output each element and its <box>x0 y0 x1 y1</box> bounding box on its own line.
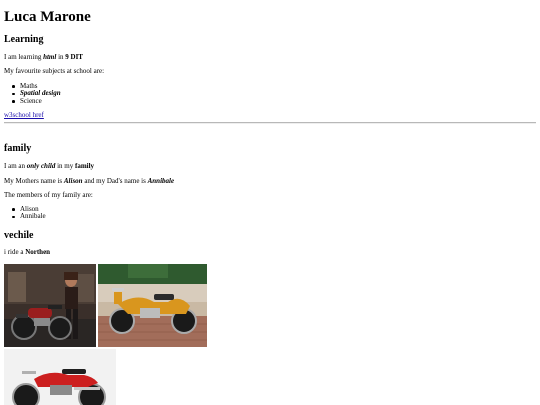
learning-line-1-pre: I am learning <box>4 53 44 61</box>
learning-heading: Learning <box>4 34 44 45</box>
family-line-1: I am an only child in my family <box>4 162 94 171</box>
vehicle-line: i ride a Northen <box>4 248 50 257</box>
family-line-1-pre: I am an <box>4 162 27 170</box>
family-heading: family <box>4 143 32 154</box>
learning-line-1: I am learning html in 9 DIT <box>4 53 83 62</box>
vehicle-heading: vechile <box>4 230 34 241</box>
learning-line-2: My favourite subjects at school are: <box>4 67 105 75</box>
vehicle-line-pre: i ride a <box>4 248 26 256</box>
family-members-list: Alison Annibale <box>4 205 46 221</box>
page-title: Luca Marone <box>4 9 91 25</box>
motorcycle-photo-2-image <box>98 264 207 347</box>
motorcycle-photo-3 <box>4 349 116 405</box>
learning-line-1-strong: 9 DIT <box>65 53 83 61</box>
subject-item: Science <box>4 97 61 105</box>
subjects-list: Maths Spatial design Science <box>4 82 61 105</box>
mother-name: Alison <box>63 177 83 185</box>
family-line-3: The members of my family are: <box>4 191 93 199</box>
motorcycle-photo-2 <box>98 264 207 347</box>
family-line-1-strong: family <box>74 162 95 170</box>
family-line-2-pre: My Mothers name is <box>4 177 64 185</box>
family-line-2: My Mothers name is Alison and my Dad's n… <box>4 177 174 186</box>
father-name: Annibale <box>147 177 175 185</box>
vehicle-line-strong: Northen <box>25 248 51 256</box>
learning-line-1-mid: in <box>56 53 66 61</box>
page: Luca Marone Learning I am learning html … <box>0 0 540 405</box>
family-member-item: Annibale <box>4 212 46 220</box>
horizontal-rule <box>4 122 536 124</box>
family-line-2-mid: and my Dad's name is <box>82 177 148 185</box>
family-line-1-em: only child <box>26 162 56 170</box>
learning-line-1-em: html <box>43 53 57 61</box>
motorcycle-photo-3-image <box>4 349 116 405</box>
family-line-1-mid: in my <box>55 162 75 170</box>
w3school-link[interactable]: w3school href <box>4 111 44 120</box>
motorcycle-photo-1 <box>4 264 96 347</box>
motorcycle-photo-1-image <box>4 264 96 347</box>
